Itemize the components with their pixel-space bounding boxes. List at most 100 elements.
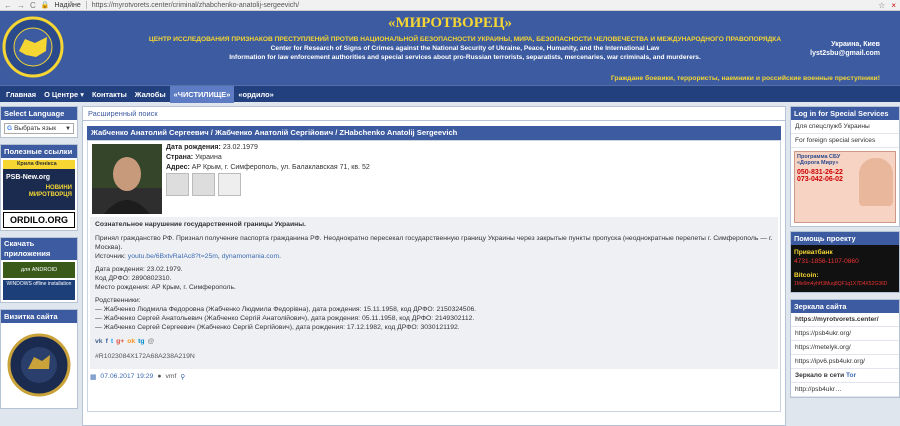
site-card-title: Визитка сайта <box>1 310 77 323</box>
nav-contacts[interactable]: Контакты <box>88 86 131 103</box>
mirror-link[interactable]: https://metelyk.org/ <box>791 341 899 355</box>
tor-word: Tor <box>846 372 857 379</box>
dob-line: Дата рождения: 23.02.1979. <box>95 266 183 273</box>
login-ukraine-link[interactable]: Для спецслужб Украины <box>791 120 899 134</box>
source-link-youtube[interactable]: youtu.be/6BxtvRaIAc8?t=25m <box>128 253 218 260</box>
address-bar[interactable]: https://myrotvorets.center/criminal/zhab… <box>92 2 873 9</box>
sbu-program-banner[interactable]: Программа СБУ «Дорога Миру» 050-831-26-2… <box>794 151 896 223</box>
telegram-share-icon[interactable]: tg <box>138 337 144 346</box>
child-photo <box>859 158 893 206</box>
download-box: Скачать приложения для ANDROID WINDOWS o… <box>0 237 78 303</box>
location-block: Украина, Киев lyst2sbu@gmail.com <box>810 40 880 58</box>
bitcoin-label: Bitcoin: <box>794 272 819 279</box>
android-download-button[interactable]: для ANDROID <box>3 262 75 278</box>
mirrors-box: Зеркала сайта https://myrotvorets.center… <box>790 299 900 398</box>
photo-thumbnail-3[interactable] <box>218 173 241 196</box>
tor-mirror-link[interactable]: http://psb4ukr… <box>791 383 899 397</box>
chevron-down-icon: ▼ <box>65 125 71 132</box>
calendar-icon: ▦ <box>90 374 97 381</box>
extension-icon[interactable]: × <box>891 1 896 10</box>
lock-icon: 🔒 <box>40 2 50 9</box>
main-nav: Главная О Центре ▾ Контакты Жалобы «ЧИСТ… <box>0 85 900 103</box>
twitter-share-icon[interactable]: t <box>111 337 113 346</box>
psb-banner-news: НОВИНИ МИРОТВОРЦЯ <box>28 185 72 198</box>
vk-share-icon[interactable]: vk <box>95 337 103 346</box>
language-title: Select Language <box>1 107 77 120</box>
header-subtitle: Граждане боевики, террористы, наемники и… <box>610 75 880 82</box>
privatbank-card[interactable]: 4731-1856-1107-0860 <box>794 257 896 266</box>
right-sidebar: Log in for Special Services Для спецслуж… <box>790 106 900 426</box>
contact-email[interactable]: lyst2sbu@gmail.com <box>810 49 880 58</box>
mirror-link[interactable]: https://myrotvorets.center/ <box>791 313 899 327</box>
record-hash: #R1023084X172A68A238A219N <box>95 353 195 360</box>
windows-download-button[interactable]: WINDOWS offline installation <box>3 280 75 300</box>
address-separator <box>85 1 87 9</box>
browser-actions: ☆ × <box>878 1 896 10</box>
description-headline: Сознательное нарушение государственной г… <box>95 221 306 228</box>
tor-mirror-label: Зеркало в сети <box>795 372 845 379</box>
psb-banner-top: Крила Фенікса <box>3 160 75 169</box>
bitcoin-address[interactable]: 1Me9m4yhH3Muq8QF1q1X7D4X52G36D <box>794 280 896 289</box>
address-value: АР Крым, г. Симферополь, ул. Балаклавска… <box>191 164 370 171</box>
emblem-image[interactable] <box>6 325 72 405</box>
profile-card: Дата рождения: 23.02.1979 Страна: Украин… <box>87 140 781 412</box>
person-photo[interactable] <box>92 144 162 214</box>
relatives-title: Родственники: <box>95 297 141 304</box>
link-icon[interactable]: ⚲ <box>180 373 185 381</box>
facebook-share-icon[interactable]: f <box>106 337 108 346</box>
nav-ordilo[interactable]: «ордило» <box>234 86 277 103</box>
google-plus-share-icon[interactable]: g+ <box>116 337 124 346</box>
reload-icon[interactable]: C <box>30 1 36 10</box>
relative-item: — Жабченко Людмила Федоровна (Жабченко Л… <box>95 306 477 313</box>
donate-box: Помощь проекту Приватбанк 4731-1856-1107… <box>790 231 900 293</box>
download-title: Скачать приложения <box>1 238 77 260</box>
main-content: Расширенный поиск Жабченко Анатолий Серг… <box>82 106 786 426</box>
post-author[interactable]: vmf <box>165 373 176 381</box>
psb-banner[interactable]: Крила Фенікса PSB-New.org НОВИНИ МИРОТВО… <box>3 160 75 210</box>
language-value: Выбрать язык <box>14 125 57 132</box>
source-link-dynamomania[interactable]: dynamomania.com <box>222 253 279 260</box>
photo-thumbnail-1[interactable] <box>166 173 189 196</box>
left-sidebar: Select Language G Выбрать язык ▼ Полезны… <box>0 106 78 426</box>
photo-thumbnail-2[interactable] <box>192 173 215 196</box>
donate-details: Приватбанк 4731-1856-1107-0860 Bitcoin: … <box>791 245 899 292</box>
useful-links-box: Полезные ссылки Крила Фенікса PSB-New.or… <box>0 144 78 231</box>
nav-home[interactable]: Главная <box>2 86 40 103</box>
relatives-block: Родственники: — Жабченко Людмила Федоров… <box>95 296 773 332</box>
birthplace-line: Место рождения: АР Крым, г. Симферополь. <box>95 284 236 291</box>
nav-complaints[interactable]: Жалобы <box>131 86 170 103</box>
google-icon: G <box>7 125 13 132</box>
address-label: Адрес: <box>166 164 190 171</box>
site-title: «МИРОТВОРЕЦ» <box>387 15 513 31</box>
login-title: Log in for Special Services <box>791 107 899 120</box>
source-label: Источник: <box>95 253 126 260</box>
nav-about[interactable]: О Центре ▾ <box>40 86 88 103</box>
language-select[interactable]: G Выбрать язык ▼ <box>4 123 74 134</box>
language-box: Select Language G Выбрать язык ▼ <box>0 106 78 138</box>
tor-mirror-title: Зеркало в сети Tor <box>791 369 899 383</box>
sbu-program-title: Программа СБУ «Дорога Миру» <box>797 154 841 166</box>
post-date[interactable]: 07.06.2017 19:29 <box>100 373 153 381</box>
personal-data: Дата рождения: 23.02.1979. Код ДРФО: 289… <box>95 265 773 292</box>
post-meta: ▦ 07.06.2017 19:29 ● vmf ⚲ <box>90 373 185 381</box>
tagline-en-2: Information for law enforcement authorit… <box>229 54 701 61</box>
bookmark-star-icon[interactable]: ☆ <box>878 1 885 10</box>
nav-purgatory[interactable]: «ЧИСТИЛИЩЕ» <box>169 85 235 103</box>
ordilo-banner[interactable]: ORDILO.ORG <box>3 212 75 228</box>
person-facts: Дата рождения: 23.02.1979 Страна: Украин… <box>166 143 370 173</box>
source-sep: , <box>217 253 220 260</box>
email-share-icon[interactable]: @ <box>148 337 155 346</box>
user-icon: ● <box>157 373 162 380</box>
back-icon[interactable]: ← <box>4 1 12 10</box>
tagline-en: Center for Research of Signs of Crimes a… <box>270 45 660 52</box>
psb-banner-name: PSB-New.org <box>6 174 51 181</box>
mirror-link[interactable]: https://ipv6.psb4ukr.org/ <box>791 355 899 369</box>
odnoklassniki-share-icon[interactable]: ok <box>127 337 135 346</box>
advanced-search-link[interactable]: Расширенный поиск <box>83 107 785 121</box>
forward-icon[interactable]: → <box>17 1 25 10</box>
birth-value: 23.02.1979 <box>222 144 258 151</box>
mirror-link[interactable]: https://psb4ukr.org/ <box>791 327 899 341</box>
mirrors-title: Зеркала сайта <box>791 300 899 313</box>
person-name-bar: Жабченко Анатолий Сергеевич / Жабченко А… <box>87 126 781 140</box>
login-foreign-link[interactable]: For foreign special services <box>791 134 899 148</box>
